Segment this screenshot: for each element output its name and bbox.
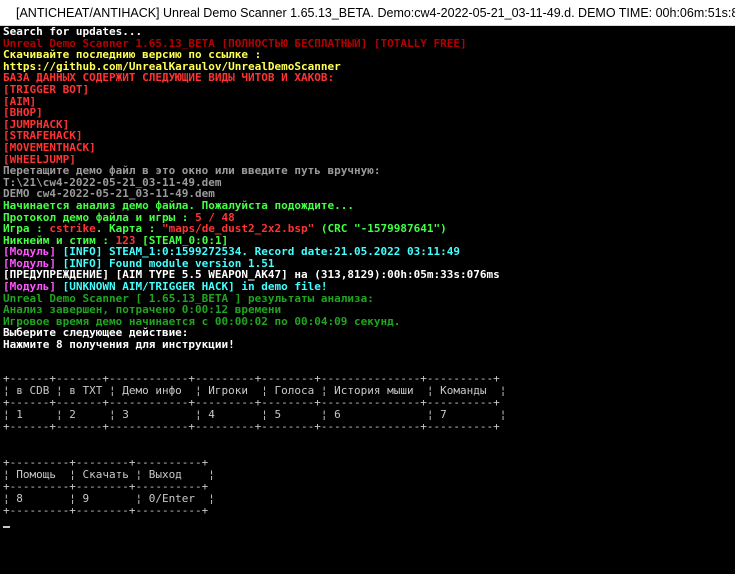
title-bar[interactable]: [ANTICHEAT/ANTIHACK] Unreal Demo Scanner… <box>0 0 735 26</box>
console-text: Search for updates... <box>3 26 143 38</box>
console-text: Игра : <box>3 223 50 235</box>
console-line: [AIM] <box>3 96 732 108</box>
console-line: https://github.com/UnrealKaraulov/Unreal… <box>3 61 732 73</box>
console-line: Search for updates... <box>3 26 732 38</box>
console-line: [TRIGGER BOT] <box>3 84 732 96</box>
console-text: Начинается анализ демо файла. Пожалуйста… <box>3 199 354 212</box>
console-text: Анализ завершен, потрачено 0:00:12 време… <box>3 304 282 316</box>
menu-tables: +------+-------+------------+---------+-… <box>3 373 506 517</box>
console-line: Перетащите демо файл в это окно или введ… <box>3 165 732 177</box>
console-line: [STRAFEHACK] <box>3 130 732 142</box>
console-text: [STEAM_0:0:1] <box>135 234 229 247</box>
console-line: БАЗА ДАННЫХ СОДЕРЖИТ СЛЕДУЮЩИЕ ВИДЫ ЧИТО… <box>3 72 732 84</box>
console-text: [ПРЕДУПРЕЖДЕНИЕ] [AIM TYPE 5.5 WEAPON_AK… <box>3 269 500 282</box>
console-line: [Модуль] [INFO] Found module version 1.5… <box>3 258 732 270</box>
console-text: Никнейм и стим : <box>3 234 116 247</box>
console-text: DEMO cw4-2022-05-21_03-11-49.dem <box>3 188 215 200</box>
console-text: Перетащите демо файл в это окно или введ… <box>3 165 381 177</box>
console-text: [TRIGGER BOT] <box>3 83 90 96</box>
console-text: [Модуль] <box>3 246 56 258</box>
console-line: [MOVEMENTHACK] <box>3 142 732 154</box>
text-cursor <box>3 526 10 528</box>
console-text: Нажмите 8 получения для инструкции! <box>3 339 235 351</box>
console-text: Скачивайте последнию версию по ссылке : <box>3 49 262 61</box>
console-text: Протокол демо файла и игры : <box>3 211 196 224</box>
console-text: [INFO] Found module version 1.51 <box>55 257 275 270</box>
console-line: Выберите следующее действие: <box>3 327 732 339</box>
console-line: [JUMPHACK] <box>3 119 732 131</box>
console-text: 5 / 48 <box>195 211 235 224</box>
console-line: [ПРЕДУПРЕЖДЕНИЕ] [AIM TYPE 5.5 WEAPON_AK… <box>3 269 732 281</box>
console-line: Unreal Demo Scanner [ 1.65.13_BETA ] рез… <box>3 293 732 305</box>
console-text: [UNKNOWN AIM/TRIGGER HACK] in demo file! <box>55 281 328 293</box>
console-text: [JUMPHACK] <box>3 118 70 131</box>
console-line: Протокол демо файла и игры : 5 / 48 <box>3 212 732 224</box>
console-text: . Карта : <box>95 223 162 235</box>
console-line: Игра : cstrike. Карта : "maps/de_dust2_2… <box>3 223 732 235</box>
console-line: [WHEELJUMP] <box>3 154 732 166</box>
console-text: [MOVEMENTHACK] <box>3 141 96 154</box>
console-line: [Модуль] [INFO] STEAM_1:0:1599272534. Re… <box>3 246 732 258</box>
console-text: Unreal Demo Scanner [ 1.65.13_BETA ] рез… <box>3 292 374 305</box>
console-text: Unreal Demo Scanner 1.65.13_BETA [ПОЛНОС… <box>3 37 467 50</box>
table-row: +---------+--------+----------+ <box>3 504 209 517</box>
console-text: Выберите следующее действие: <box>3 327 189 340</box>
console-text: [WHEELJUMP] <box>3 153 76 166</box>
console-text: [INFO] STEAM_1:0:1599272534. Record date… <box>55 246 460 258</box>
console-line: Начинается анализ демо файла. Пожалуйста… <box>3 200 732 212</box>
console-line: [Модуль] [UNKNOWN AIM/TRIGGER HACK] in d… <box>3 281 732 293</box>
window-title: [ANTICHEAT/ANTIHACK] Unreal Demo Scanner… <box>16 5 735 20</box>
console-line: DEMO cw4-2022-05-21_03-11-49.dem <box>3 188 732 200</box>
console-line: T:\21\cw4-2022-05-21_03-11-49.dem <box>3 177 732 189</box>
console-text: "maps/de_dust2_2x2.bsp" <box>161 223 315 235</box>
table-row: +------+-------+------------+---------+-… <box>3 420 500 433</box>
console-line: Нажмите 8 получения для инструкции! <box>3 339 732 351</box>
console-text: 123 <box>115 234 136 247</box>
console-text: [BHOP] <box>3 107 43 119</box>
console-line: Скачивайте последнию версию по ссылке : <box>3 49 732 61</box>
console-line: [BHOP] <box>3 107 732 119</box>
console-line: Unreal Demo Scanner 1.65.13_BETA [ПОЛНОС… <box>3 38 732 50</box>
console-text: Игровое время демо начинается с 00:00:02… <box>3 315 401 328</box>
console-text: БАЗА ДАННЫХ СОДЕРЖИТ СЛЕДУЮЩИЕ ВИДЫ ЧИТО… <box>3 72 335 84</box>
console-line: Анализ завершен, потрачено 0:00:12 време… <box>3 304 732 316</box>
actions-table: +---------+--------+----------+ ¦ Помощь … <box>3 457 506 517</box>
console-text: (CRC "-1579987641") <box>314 223 447 235</box>
console-text: [AIM] <box>3 95 37 108</box>
console-text: cstrike <box>49 223 96 235</box>
console-text: [STRAFEHACK] <box>3 130 83 142</box>
console-text: https://github.com/UnrealKaraulov/Unreal… <box>3 60 341 73</box>
options-table: +------+-------+------------+---------+-… <box>3 373 506 433</box>
console-window: [ANTICHEAT/ANTIHACK] Unreal Demo Scanner… <box>0 0 735 574</box>
console-text: [Модуль] <box>3 281 56 293</box>
console-line: Игровое время демо начинается с 00:00:02… <box>3 316 732 328</box>
console-line: Никнейм и стим : 123 [STEAM_0:0:1] <box>3 235 732 247</box>
console-text: [Модуль] <box>3 257 56 270</box>
console-text: T:\21\cw4-2022-05-21_03-11-49.dem <box>3 176 222 189</box>
